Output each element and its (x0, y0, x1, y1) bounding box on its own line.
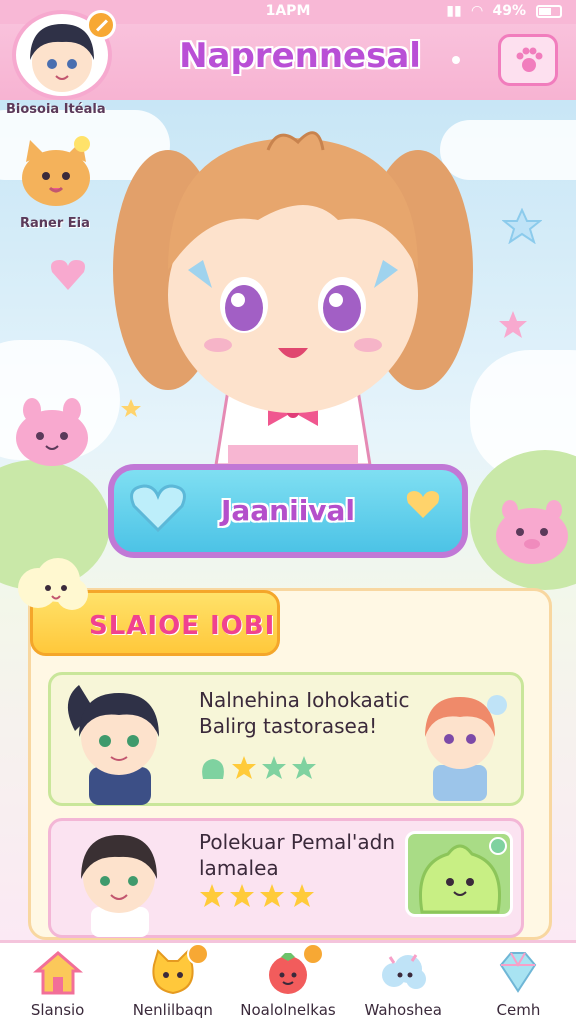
star-icon (292, 756, 316, 779)
wifi-icon: ◠ (471, 3, 483, 19)
npc-portrait (81, 835, 157, 937)
star-decoration (121, 399, 141, 417)
quest-card[interactable]: Polekuar Pemal'adn lamalea (48, 818, 524, 938)
journal-button[interactable]: Jaaniival (108, 464, 468, 558)
slime-reward[interactable] (405, 831, 513, 917)
pig-friend-decoration (496, 500, 568, 564)
signal-icon: ▮▮ (446, 3, 462, 19)
star-friend-decoration (502, 208, 542, 244)
house-icon (32, 951, 83, 995)
npc-portrait (425, 695, 507, 801)
edit-profile-button[interactable] (86, 10, 116, 40)
gem-icon (500, 952, 537, 993)
star-icon (232, 756, 256, 779)
main-character[interactable] (108, 120, 478, 470)
nav-label: Wahoshea (364, 1001, 442, 1019)
journal-button-face: Jaaniival (114, 470, 462, 552)
pet-avatar[interactable] (16, 134, 96, 210)
nav-item-gems[interactable]: Cemh (461, 943, 576, 1024)
quest-rating (199, 883, 315, 909)
npc-portrait (67, 685, 159, 805)
nav-item-pets[interactable]: Nenlilbaqn (115, 943, 230, 1024)
nav-label: Slansio (30, 1001, 85, 1019)
nav-item-friends[interactable]: Wahoshea (346, 943, 461, 1024)
star-decoration (499, 311, 527, 338)
cloud-mascot-icon (18, 558, 88, 610)
star-icon (230, 884, 254, 907)
nav-item-home[interactable]: Slansio (0, 943, 115, 1024)
slime-icon (202, 759, 224, 779)
page-title: Naprennesal (179, 36, 421, 76)
heart-icon (406, 491, 440, 518)
bottom-nav: Slansio Nenlilbaqn Noalolnelkas Wahoshea (0, 940, 576, 1024)
player-name: Biosoia Itéala (6, 102, 106, 117)
nav-label: Cemh (496, 1001, 541, 1019)
battery-percent: 49% (492, 3, 526, 19)
cloud-pet-icon (382, 954, 427, 989)
heart-decoration (51, 260, 85, 290)
nav-badge (186, 943, 209, 965)
status-icons: ▮▮ ◠ 49% (446, 3, 562, 19)
star-icon (200, 884, 224, 907)
nav-badge (301, 943, 324, 965)
nav-label: Noalolnelkas (240, 1001, 336, 1019)
nav-item-garden[interactable]: Noalolnelkas (230, 943, 345, 1024)
bunny-friend-decoration (16, 398, 88, 466)
star-icon (260, 884, 284, 907)
star-icon (290, 884, 314, 907)
pet-name: Raner Eia (20, 216, 90, 231)
pet-menu-button[interactable] (498, 34, 558, 86)
battery-icon (536, 4, 562, 18)
nav-label: Nenlilbaqn (132, 1001, 213, 1019)
quest-card[interactable]: Nalnehina Iohokaatic Balirg tastorasea! (48, 672, 524, 806)
paw-icon (516, 47, 543, 72)
slime-icon (419, 837, 507, 914)
quest-banner-title: SLAIOE IOBI (89, 611, 276, 641)
quest-rating (199, 755, 317, 781)
notification-dot (452, 56, 460, 64)
star-icon (262, 756, 286, 779)
